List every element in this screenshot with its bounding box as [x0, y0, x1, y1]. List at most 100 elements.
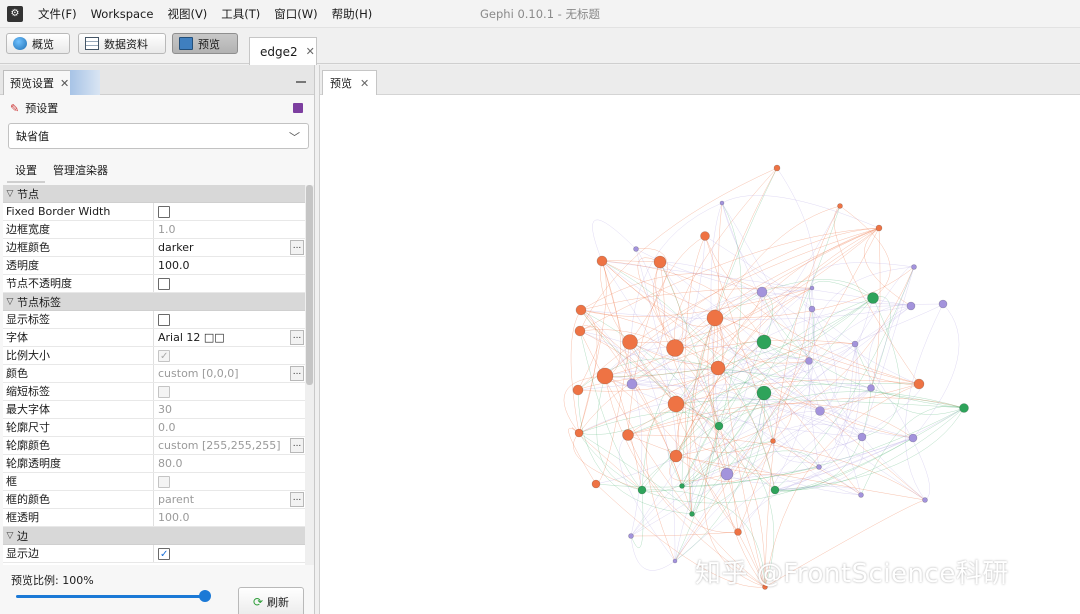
- property-checkbox: [158, 348, 170, 366]
- graph-node: [857, 432, 867, 442]
- property-row: 透明度 100.0: [3, 257, 305, 275]
- tab-manage-renderers[interactable]: 管理渲染器: [45, 161, 116, 183]
- graph-node: [710, 360, 726, 376]
- property-name: 轮廓透明度: [3, 455, 154, 472]
- property-sheet: ▽ 节点 Fixed Border Width 边框宽度 1.0 边框颜色 darker…: [3, 185, 305, 565]
- property-row: Fixed Border Width: [3, 203, 305, 221]
- graph-node: [714, 421, 724, 431]
- graph-node: [808, 305, 816, 313]
- graph-node: [734, 528, 742, 536]
- monitor-icon: [179, 37, 193, 50]
- preset-dropdown[interactable]: 缺省值 ﹀: [8, 123, 309, 149]
- property-value-cell: 100.0: [154, 509, 305, 526]
- zoom-slider[interactable]: [16, 595, 208, 598]
- property-name: 缩短标签: [3, 383, 154, 400]
- property-name: 框: [3, 473, 154, 490]
- graph-node: [679, 483, 685, 489]
- property-name: 显示边: [3, 545, 154, 562]
- graph-node: [851, 340, 859, 348]
- menu-file[interactable]: 文件(F): [31, 0, 84, 28]
- property-value-cell: [154, 203, 305, 220]
- graph-node: [574, 325, 586, 337]
- app-logo-icon: ⚙: [7, 5, 23, 22]
- property-edit-button[interactable]: ...: [290, 366, 304, 381]
- tab-preview-settings[interactable]: 预览设置 ✕: [3, 70, 77, 95]
- property-value-cell: [154, 311, 305, 328]
- graph-edge: [675, 382, 765, 457]
- refresh-button[interactable]: ⟳ 刷新: [238, 587, 304, 614]
- property-edit-button[interactable]: ...: [290, 492, 304, 507]
- chevron-down-icon: ﹀: [289, 131, 300, 144]
- tab-preview[interactable]: 预览 ✕: [322, 70, 378, 95]
- preset-row: ✎ 预设置: [0, 97, 315, 119]
- gephi-window: ⚙ 文件(F) Workspace 视图(V) 工具(T) 窗口(W) 帮助(H…: [0, 0, 1080, 614]
- menu-bar: ⚙ 文件(F) Workspace 视图(V) 工具(T) 窗口(W) 帮助(H…: [0, 0, 1080, 28]
- property-name: 边框宽度: [3, 221, 154, 238]
- graph-node: [572, 384, 584, 396]
- graph-preview-canvas[interactable]: [320, 96, 1080, 614]
- property-value-cell: custom [255,255,255]...: [154, 437, 305, 454]
- property-row: 边框宽度 1.0: [3, 221, 305, 239]
- graph-node: [622, 334, 638, 350]
- property-checkbox[interactable]: [158, 278, 170, 290]
- category-node-label[interactable]: ▽ 节点标签: [3, 293, 305, 311]
- data-laboratory-button[interactable]: 数据资料: [78, 33, 166, 54]
- graph-edges: [563, 167, 965, 588]
- property-edit-button[interactable]: ...: [290, 330, 304, 345]
- property-row: 框透明 100.0: [3, 509, 305, 527]
- minimize-icon[interactable]: [296, 73, 306, 83]
- property-name: Fixed Border Width: [3, 203, 154, 220]
- graph-node: [633, 246, 639, 252]
- menu-view[interactable]: 视图(V): [160, 0, 214, 28]
- property-row: 缩短标签: [3, 383, 305, 401]
- category-node-label: 节点: [17, 187, 39, 201]
- property-scrollbar[interactable]: [305, 185, 314, 565]
- scrollbar-thumb[interactable]: [306, 185, 313, 385]
- data-laboratory-label: 数据资料: [104, 37, 148, 51]
- property-value: 100.0: [158, 511, 190, 524]
- property-checkbox[interactable]: [158, 206, 170, 218]
- graph-node: [922, 497, 928, 503]
- menu-tools[interactable]: 工具(T): [214, 0, 267, 28]
- close-icon[interactable]: ✕: [306, 45, 315, 58]
- graph-edge: [673, 167, 778, 349]
- preview-mode-button[interactable]: 预览: [172, 33, 238, 54]
- property-row: 颜色 custom [0,0,0]...: [3, 365, 305, 383]
- close-icon[interactable]: ✕: [360, 77, 369, 90]
- property-value-cell: [154, 275, 305, 292]
- edge-properties: 显示边: [3, 545, 305, 564]
- property-value-cell: 100.0: [154, 257, 305, 274]
- graph-edge: [776, 167, 815, 289]
- menu-window[interactable]: 窗口(W): [267, 0, 324, 28]
- overview-button[interactable]: 概览: [6, 33, 70, 54]
- property-value: 0.0: [158, 421, 176, 434]
- zoom-slider-handle[interactable]: [199, 590, 211, 602]
- tab-settings[interactable]: 设置: [7, 161, 45, 183]
- graph-node: [628, 533, 634, 539]
- document-tab-edge2[interactable]: edge2 ✕: [249, 37, 317, 65]
- property-checkbox[interactable]: [158, 314, 170, 326]
- category-node[interactable]: ▽ 节点: [3, 185, 305, 203]
- menu-workspace[interactable]: Workspace: [84, 0, 161, 28]
- graph-node: [906, 301, 916, 311]
- property-checkbox[interactable]: [158, 546, 170, 564]
- property-value-cell: 1.0: [154, 221, 305, 238]
- property-value[interactable]: 100.0: [158, 259, 190, 272]
- property-name: 框透明: [3, 509, 154, 526]
- menu-help[interactable]: 帮助(H): [325, 0, 380, 28]
- property-name: 比例大小: [3, 347, 154, 364]
- property-value-cell: Arial 12 □□...: [154, 329, 305, 346]
- property-name: 透明度: [3, 257, 154, 274]
- category-edge[interactable]: ▽ 边: [3, 527, 305, 545]
- property-edit-button[interactable]: ...: [290, 240, 304, 255]
- graph-node: [706, 309, 724, 327]
- property-value[interactable]: Arial 12 □□: [158, 331, 225, 344]
- property-edit-button[interactable]: ...: [290, 438, 304, 453]
- close-icon[interactable]: ✕: [60, 77, 69, 90]
- property-value-cell: [154, 383, 305, 400]
- property-value[interactable]: darker: [158, 241, 194, 254]
- property-value-cell: custom [0,0,0]...: [154, 365, 305, 382]
- save-icon[interactable]: [293, 103, 303, 113]
- graph-node: [867, 384, 875, 392]
- zoom-label: 预览比例: 100%: [11, 574, 94, 587]
